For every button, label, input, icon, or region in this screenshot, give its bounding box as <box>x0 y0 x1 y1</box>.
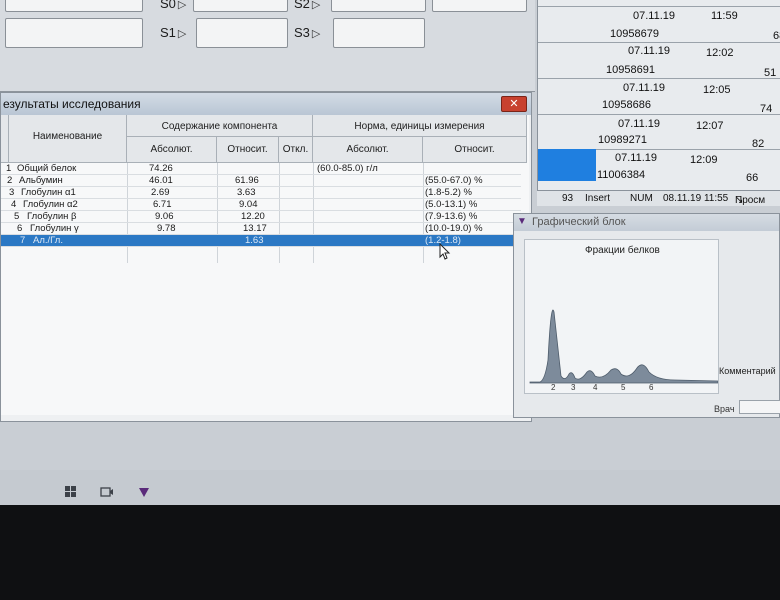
list-id[interactable]: 11006384 <box>597 169 645 181</box>
header-norm-abs[interactable]: Абсолют. <box>313 137 423 163</box>
taskbar <box>0 470 780 510</box>
status-insert: Insert <box>585 193 611 204</box>
protein-fraction-curve <box>529 309 718 384</box>
results-window-title: езультаты исследования ✕ <box>1 93 531 115</box>
list-date[interactable]: 07.11.19 <box>618 118 660 130</box>
status-bar: 93 Insert NUM 08.11.19 11:55 ↘ Просм <box>537 190 780 206</box>
app-icon: ▼ <box>517 216 527 227</box>
list-time[interactable]: 12:05 <box>703 84 731 96</box>
doctor-field[interactable] <box>739 400 780 414</box>
header-name[interactable]: Наименование <box>9 115 127 163</box>
graph-window-title: ▼ Графический блок <box>514 214 779 231</box>
s3-field[interactable] <box>333 18 425 48</box>
list-time[interactable]: 12:02 <box>706 47 734 59</box>
doctor-label: Врач <box>714 404 735 414</box>
header-abs[interactable]: Абсолют. <box>127 137 217 163</box>
list-time[interactable]: 12:07 <box>696 120 724 132</box>
electrophoresis-plot: Фракции белков 2 3 4 5 6 <box>524 239 719 394</box>
list-date[interactable]: 07.11.19 <box>633 10 675 22</box>
top-toolbar: S0 ▷ S2 ▷ S1 ▷ S3 ▷ <box>0 0 535 92</box>
x-tick-label: 5 <box>621 383 626 392</box>
list-date[interactable]: 07.11.19 <box>615 152 657 164</box>
play-icon: ▷ <box>311 28 321 40</box>
table-row[interactable]: 6 Глобулин γ 9.78 13.17 (10.0-19.0) % <box>1 223 521 235</box>
play-icon: ▷ <box>177 28 187 40</box>
comment-label: Комментарий <box>719 366 776 376</box>
mouse-cursor-icon <box>439 243 451 260</box>
results-title-text: езультаты исследования <box>3 97 141 111</box>
s3-label[interactable]: S3 ▷ <box>294 25 320 40</box>
header-norm: Норма, единицы измерения <box>313 115 527 137</box>
results-window: езультаты исследования ✕ Наименование Со… <box>0 92 532 422</box>
camera-icon[interactable] <box>100 486 114 498</box>
list-time[interactable]: 11:59 <box>711 10 738 22</box>
status-num: NUM <box>630 193 653 204</box>
row-num-header <box>1 115 9 163</box>
s0-label: S0 ▷ <box>160 0 187 11</box>
list-id[interactable]: 10958686 <box>602 99 651 111</box>
table-row[interactable]: 1 Общий белок 74.26 (60.0-85.0) г/л <box>1 163 521 175</box>
table-row[interactable]: 2 Альбумин 46.01 61.96 (55.0-67.0) % <box>1 175 521 187</box>
app-icon[interactable] <box>138 486 150 498</box>
top-field-1[interactable] <box>5 0 143 12</box>
s2-label: S2 ▷ <box>294 0 321 11</box>
list-divider <box>538 78 780 79</box>
list-date[interactable]: 07.11.19 <box>628 45 670 57</box>
table-row[interactable]: 5 Глобулин β 9.06 12.20 (7.9-13.6) % <box>1 211 521 223</box>
table-row[interactable]: 4 Глобулин α2 6.71 9.04 (5.0-13.1) % <box>1 199 521 211</box>
list-id[interactable]: 10958691 <box>606 64 655 76</box>
results-table: Наименование Содержание компонента Норма… <box>1 115 529 415</box>
header-content: Содержание компонента <box>127 115 313 137</box>
windows-icon[interactable] <box>65 486 77 498</box>
graph-window: ▼ Графический блок Фракции белков 2 3 4 … <box>513 213 780 418</box>
list-divider <box>538 42 780 43</box>
top-field-4[interactable] <box>432 0 527 12</box>
x-tick-label: 2 <box>551 383 556 392</box>
list-divider <box>538 114 780 115</box>
list-time[interactable]: 12:09 <box>690 154 718 166</box>
list-date[interactable]: 07.11.19 <box>623 82 665 94</box>
list-divider <box>538 6 780 7</box>
x-tick-label: 4 <box>593 383 598 392</box>
status-datetime: 08.11.19 11:55 <box>663 193 729 204</box>
header-dev[interactable]: Откл. <box>279 137 313 163</box>
close-icon: ✕ <box>509 98 519 110</box>
s1-label[interactable]: S1 ▷ <box>160 25 186 40</box>
monitor-bezel <box>0 505 780 600</box>
color-indicator <box>538 149 596 181</box>
x-tick-label: 3 <box>571 383 576 392</box>
header-norm-rel[interactable]: Относит. <box>423 137 527 163</box>
monitor-screen: S0 ▷ S2 ▷ S1 ▷ S3 ▷ езультаты исследования ✕… <box>0 0 780 515</box>
list-extra: 66 <box>746 172 759 184</box>
x-tick-label: 6 <box>649 383 654 392</box>
close-button[interactable]: ✕ <box>501 96 527 112</box>
top-field-2[interactable] <box>193 0 288 12</box>
s1-field[interactable] <box>196 18 288 48</box>
list-id[interactable]: 10958679 <box>610 28 659 40</box>
list-extra: 68 <box>773 30 780 42</box>
list-id[interactable]: 10989271 <box>598 134 647 146</box>
table-row[interactable]: 3 Глобулин α1 2.69 3.63 (1.8-5.2) % <box>1 187 521 199</box>
header-rel[interactable]: Относит. <box>217 137 279 163</box>
status-count: 93 <box>562 193 574 204</box>
sample-field[interactable] <box>5 18 143 48</box>
top-field-3[interactable] <box>331 0 426 12</box>
